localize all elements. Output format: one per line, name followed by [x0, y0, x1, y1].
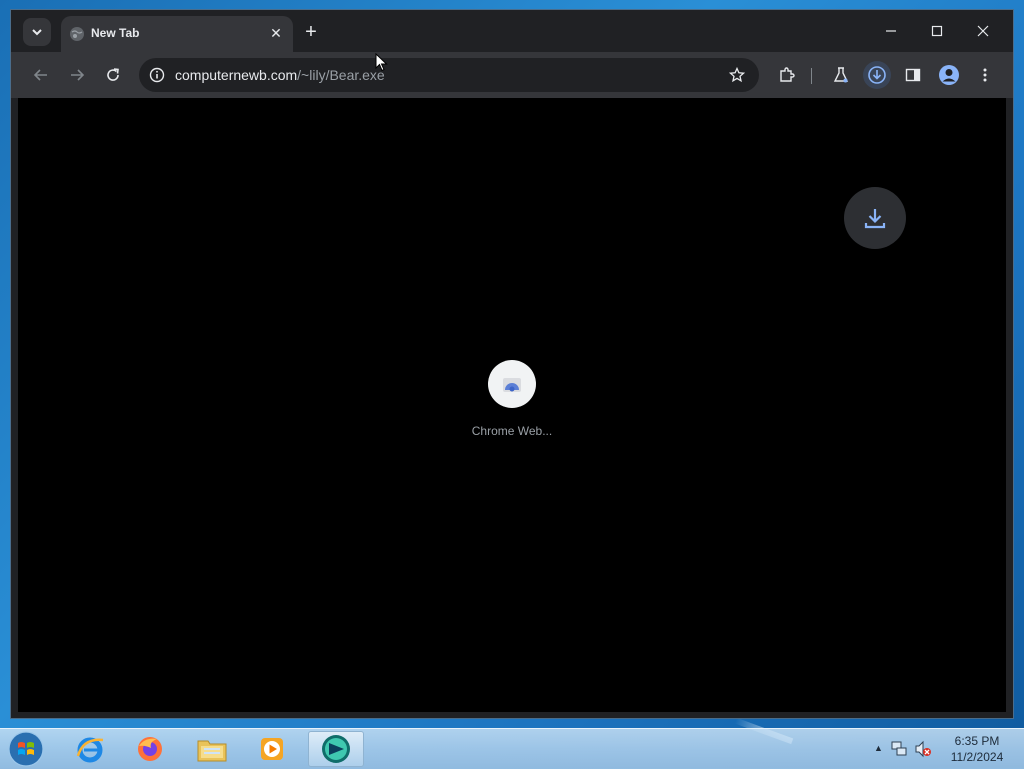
folder-icon: [197, 740, 227, 762]
side-panel-button[interactable]: [899, 61, 927, 89]
taskbar: ▲ 6:35 PM 11/2/2024: [0, 728, 1024, 769]
shortcut-chrome-web-store[interactable]: Chrome Web...: [468, 360, 556, 452]
back-button[interactable]: [27, 61, 55, 89]
minimize-button[interactable]: [869, 18, 913, 44]
close-window-button[interactable]: [961, 18, 1005, 44]
titlebar: New Tab ✕ +: [11, 10, 1013, 52]
globe-icon: [70, 27, 84, 41]
bookmark-star-button[interactable]: [727, 65, 747, 85]
avatar-icon: [939, 65, 959, 85]
tab-title: New Tab: [91, 26, 140, 40]
web-store-icon: [503, 378, 521, 392]
taskbar-firefox[interactable]: [122, 731, 178, 767]
start-button[interactable]: [6, 730, 46, 768]
labs-button[interactable]: [827, 61, 855, 89]
taskbar-chrome-app[interactable]: [308, 731, 364, 767]
toolbar: computernewb.com/~lily/Bear.exe: [11, 52, 1013, 98]
puzzle-icon: [780, 67, 795, 82]
profile-button[interactable]: [935, 61, 963, 89]
menu-button[interactable]: [971, 61, 999, 89]
network-icon[interactable]: [890, 740, 908, 758]
more-vertical-icon: [983, 68, 987, 82]
chrome-window: New Tab ✕ + computernewb.com/~lily/Bear.…: [10, 9, 1014, 719]
flask-icon: [833, 67, 849, 83]
clock-time: 6:35 PM: [954, 734, 1000, 748]
forward-button[interactable]: [63, 61, 91, 89]
mouse-cursor-icon: [375, 53, 388, 72]
system-tray: ▲ 6:35 PM 11/2/2024: [864, 729, 1024, 769]
page-content: Chrome Web...: [18, 98, 1006, 712]
chrome-app-icon: [322, 735, 350, 763]
arrow-right-icon: [71, 69, 85, 81]
extensions-button[interactable]: [773, 61, 801, 89]
tray-expand-button[interactable]: ▲: [874, 743, 883, 753]
tab-close-button[interactable]: ✕: [267, 24, 285, 42]
download-icon: [864, 209, 886, 229]
url-text[interactable]: computernewb.com/~lily/Bear.exe: [175, 67, 385, 83]
downloads-button[interactable]: [863, 61, 891, 89]
shortcut-icon-circle: [488, 360, 536, 408]
maximize-icon: [931, 25, 943, 37]
media-player-icon: [261, 738, 283, 760]
internet-explorer-icon: [76, 737, 104, 763]
site-info-button[interactable]: [147, 65, 167, 85]
arrow-left-icon: [33, 69, 47, 81]
windows-start-icon: [8, 731, 44, 767]
close-icon: [977, 25, 989, 37]
side-panel-icon: [905, 68, 921, 82]
clock[interactable]: 6:35 PM 11/2/2024: [944, 733, 1010, 765]
new-tab-button[interactable]: +: [299, 20, 323, 44]
download-circle-icon: [868, 66, 886, 84]
star-icon: [729, 67, 745, 83]
taskbar-media-player[interactable]: [244, 731, 300, 767]
tab-new-tab[interactable]: New Tab ✕: [61, 16, 293, 52]
download-bubble-button[interactable]: [844, 187, 906, 249]
taskbar-internet-explorer[interactable]: [62, 731, 118, 767]
toolbar-divider: [811, 68, 812, 84]
url-path: /~lily/Bear.exe: [297, 67, 385, 83]
minimize-icon: [886, 30, 896, 32]
chevron-down-icon: [32, 29, 42, 36]
url-host: computernewb.com: [175, 67, 298, 83]
clock-date: 11/2/2024: [950, 750, 1004, 764]
maximize-button[interactable]: [915, 18, 959, 44]
volume-muted-icon[interactable]: [914, 740, 932, 758]
tab-search-button[interactable]: [23, 18, 51, 46]
address-bar[interactable]: computernewb.com/~lily/Bear.exe: [139, 58, 759, 92]
info-icon: [149, 67, 165, 83]
shortcut-label: Chrome Web...: [471, 424, 553, 438]
taskbar-file-explorer[interactable]: [184, 731, 240, 767]
reload-icon: [107, 68, 119, 81]
firefox-icon: [138, 737, 162, 761]
reload-button[interactable]: [99, 61, 127, 89]
